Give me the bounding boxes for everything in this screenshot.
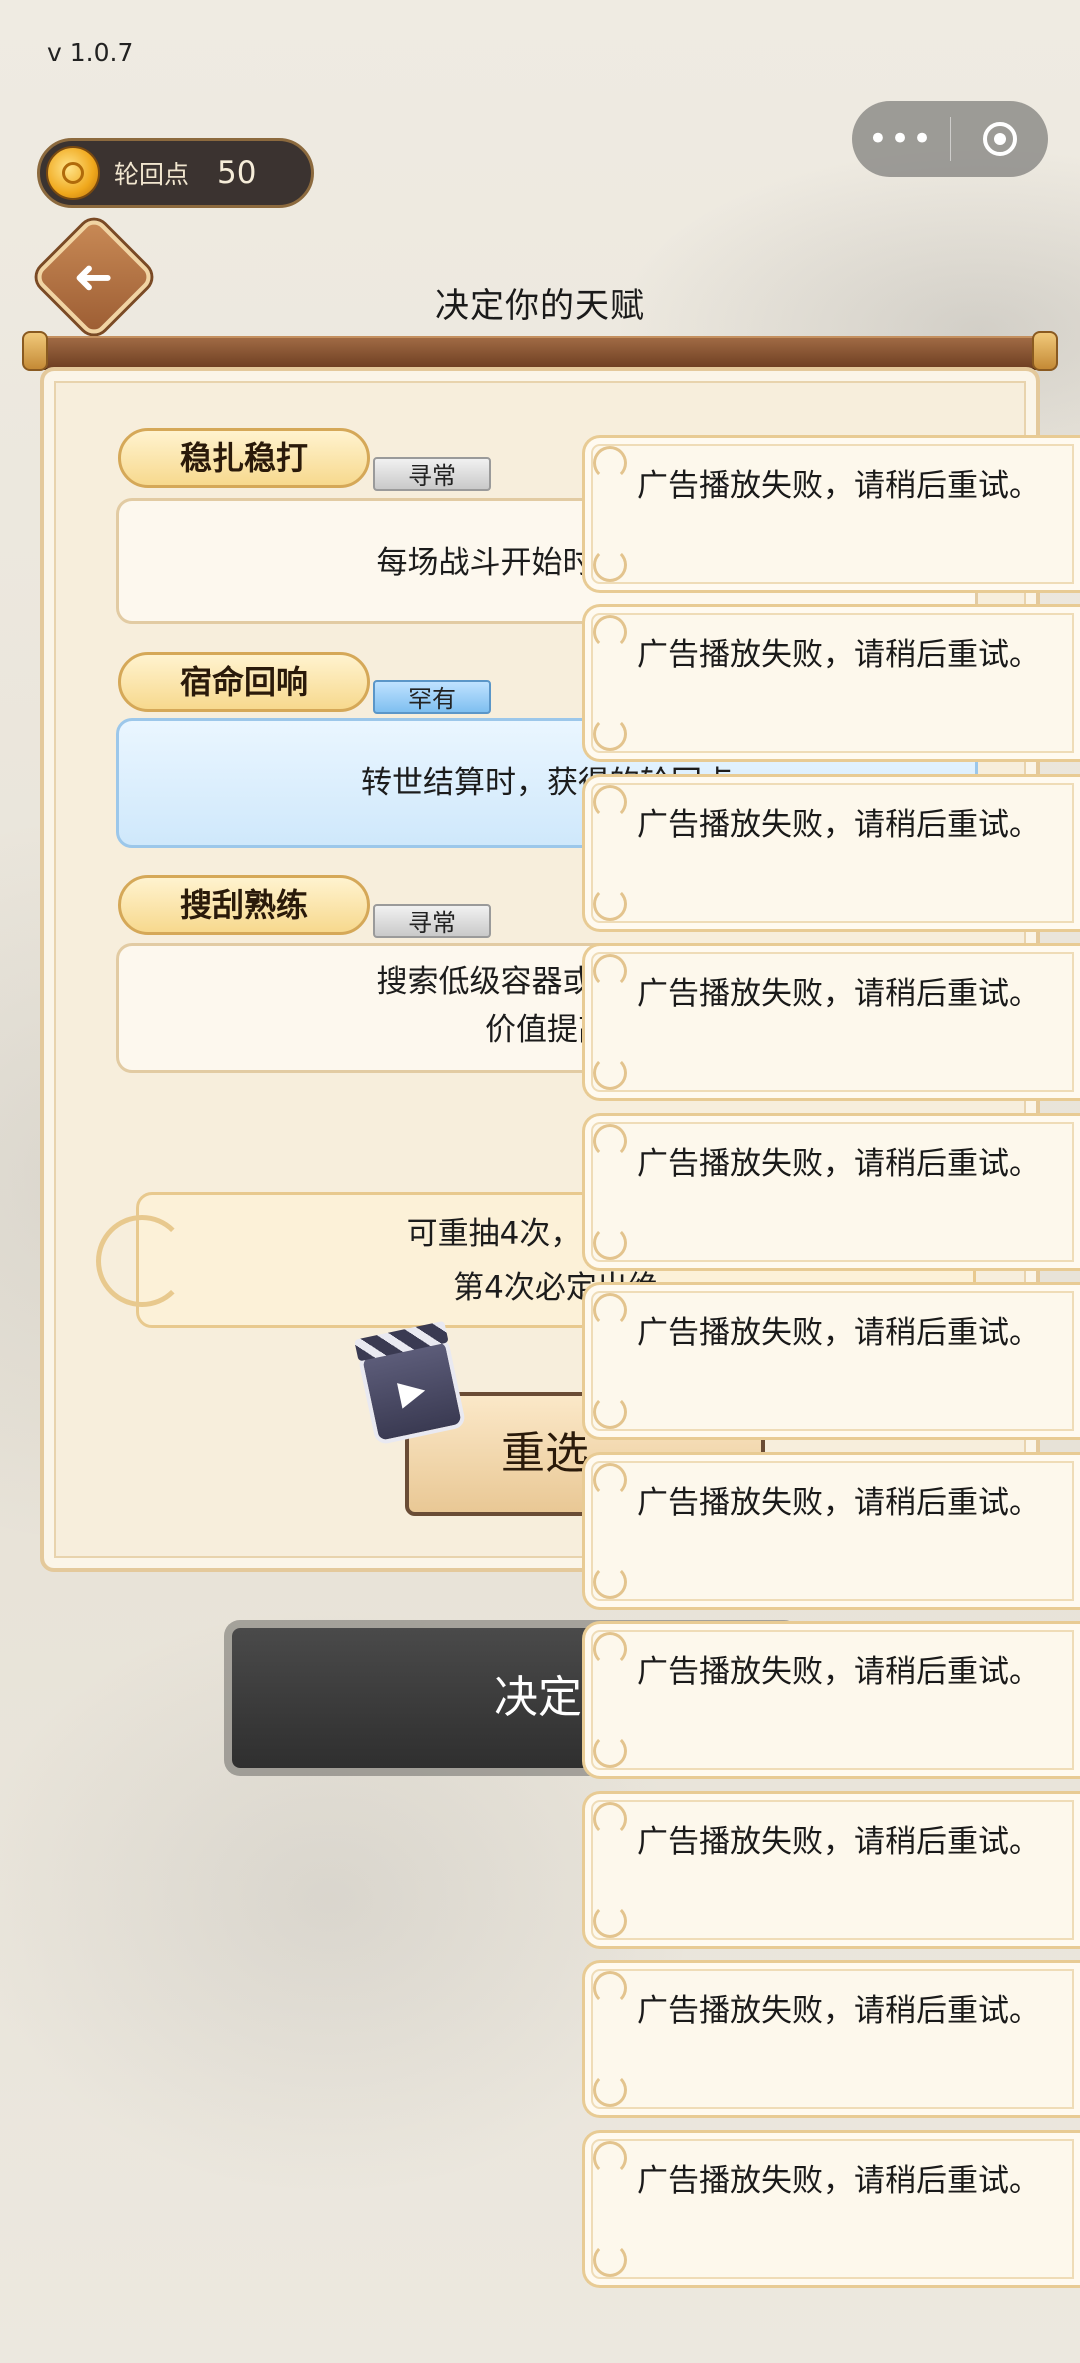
scroll-rod (27, 336, 1052, 370)
reincarnation-points-pill: 轮回点 50 (37, 138, 314, 208)
rarity-badge: 罕有 (373, 680, 491, 714)
ad-failed-toast: 广告播放失败，请稍后重试。 (582, 1282, 1080, 1440)
ad-failed-toast: 广告播放失败，请稍后重试。 (582, 435, 1080, 593)
talent-name-tag: 稳扎稳打 (118, 428, 370, 488)
cloud-swirl-icon (96, 1215, 188, 1307)
close-button[interactable] (951, 122, 1048, 156)
rarity-badge: 寻常 (373, 457, 491, 491)
scroll-rod-cap-left (22, 331, 48, 371)
page-title: 决定你的天赋 (435, 286, 645, 326)
version-label: v 1.0.7 (47, 38, 134, 67)
ad-failed-toast: 广告播放失败，请稍后重试。 (582, 1621, 1080, 1779)
rarity-badge: 寻常 (373, 904, 491, 938)
more-dots-icon[interactable]: ••• (852, 101, 950, 177)
talent-name-tag: 宿命回响 (118, 652, 370, 712)
points-value: 50 (217, 155, 257, 191)
ad-failed-toast: 广告播放失败，请稍后重试。 (582, 1113, 1080, 1271)
video-ad-icon: ▶ (357, 1336, 467, 1446)
ad-failed-toast: 广告播放失败，请稍后重试。 (582, 604, 1080, 762)
talent-name-tag: 搜刮熟练 (118, 875, 370, 935)
coin-icon (46, 146, 100, 200)
ad-failed-toast: 广告播放失败，请稍后重试。 (582, 1791, 1080, 1949)
miniprogram-capsule: ••• (852, 101, 1048, 177)
ad-failed-toast: 广告播放失败，请稍后重试。 (582, 1960, 1080, 2118)
points-label: 轮回点 (114, 160, 190, 189)
scroll-rod-cap-right (1032, 331, 1058, 371)
target-close-icon (982, 122, 1017, 156)
ad-failed-toast: 广告播放失败，请稍后重试。 (582, 943, 1080, 1101)
ad-failed-toast: 广告播放失败，请稍后重试。 (582, 774, 1080, 932)
ad-failed-toast: 广告播放失败，请稍后重试。 (582, 1452, 1080, 1610)
ad-failed-toast: 广告播放失败，请稍后重试。 (582, 2130, 1080, 2288)
